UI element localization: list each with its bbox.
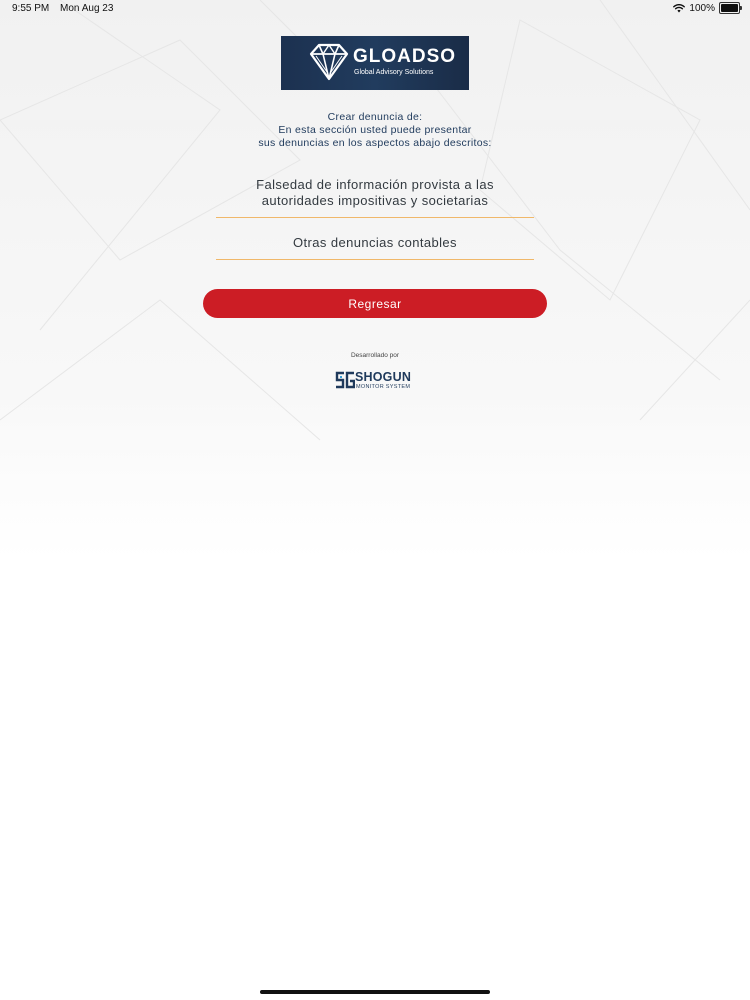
status-bar: 9:55 PM Mon Aug 23 100%	[0, 0, 750, 18]
battery-icon	[719, 2, 742, 14]
shogun-logo: SHOGUN MONITOR SYSTEM	[335, 369, 417, 391]
developed-by-label: Desarrollado por	[350, 352, 400, 359]
status-left: 9:55 PM Mon Aug 23	[12, 3, 121, 14]
intro-text: Crear denuncia de: En esta sección usted…	[175, 111, 575, 150]
home-indicator[interactable]	[260, 990, 490, 994]
intro-line-2: En esta sección usted puede presentar	[278, 124, 472, 136]
option-label-line-2: autoridades impositivas y societarias	[261, 193, 489, 208]
logo-name: GLOADSO	[353, 46, 457, 67]
diamond-icon	[309, 43, 349, 81]
gloadso-logo: GLOADSO Global Advisory Solutions	[281, 36, 469, 90]
sg-logo-icon	[335, 371, 355, 389]
option-otras-denuncias[interactable]: Otras denuncias contables	[216, 235, 534, 260]
wifi-icon	[673, 3, 686, 12]
option-label-line-1: Otras denuncias contables	[293, 235, 457, 250]
shogun-subtitle: MONITOR SYSTEM	[356, 384, 411, 390]
back-button[interactable]: Regresar	[203, 289, 547, 318]
option-label-line-1: Falsedad de información provista a las	[256, 177, 494, 192]
option-falsedad-informacion[interactable]: Falsedad de información provista a las a…	[216, 177, 534, 218]
battery-percentage: 100%	[689, 2, 715, 14]
status-date: Mon Aug 23	[60, 3, 114, 14]
screen: 9:55 PM Mon Aug 23 100% GLOADSO Global A…	[0, 0, 750, 1000]
status-time: 9:55 PM	[12, 3, 50, 14]
status-right: 100%	[673, 2, 742, 14]
intro-line-3: sus denuncias en los aspectos abajo desc…	[258, 137, 492, 149]
intro-heading: Crear denuncia de:	[327, 111, 423, 123]
shogun-brand: SHOGUN	[355, 370, 412, 384]
logo-tagline: Global Advisory Solutions	[354, 69, 434, 76]
